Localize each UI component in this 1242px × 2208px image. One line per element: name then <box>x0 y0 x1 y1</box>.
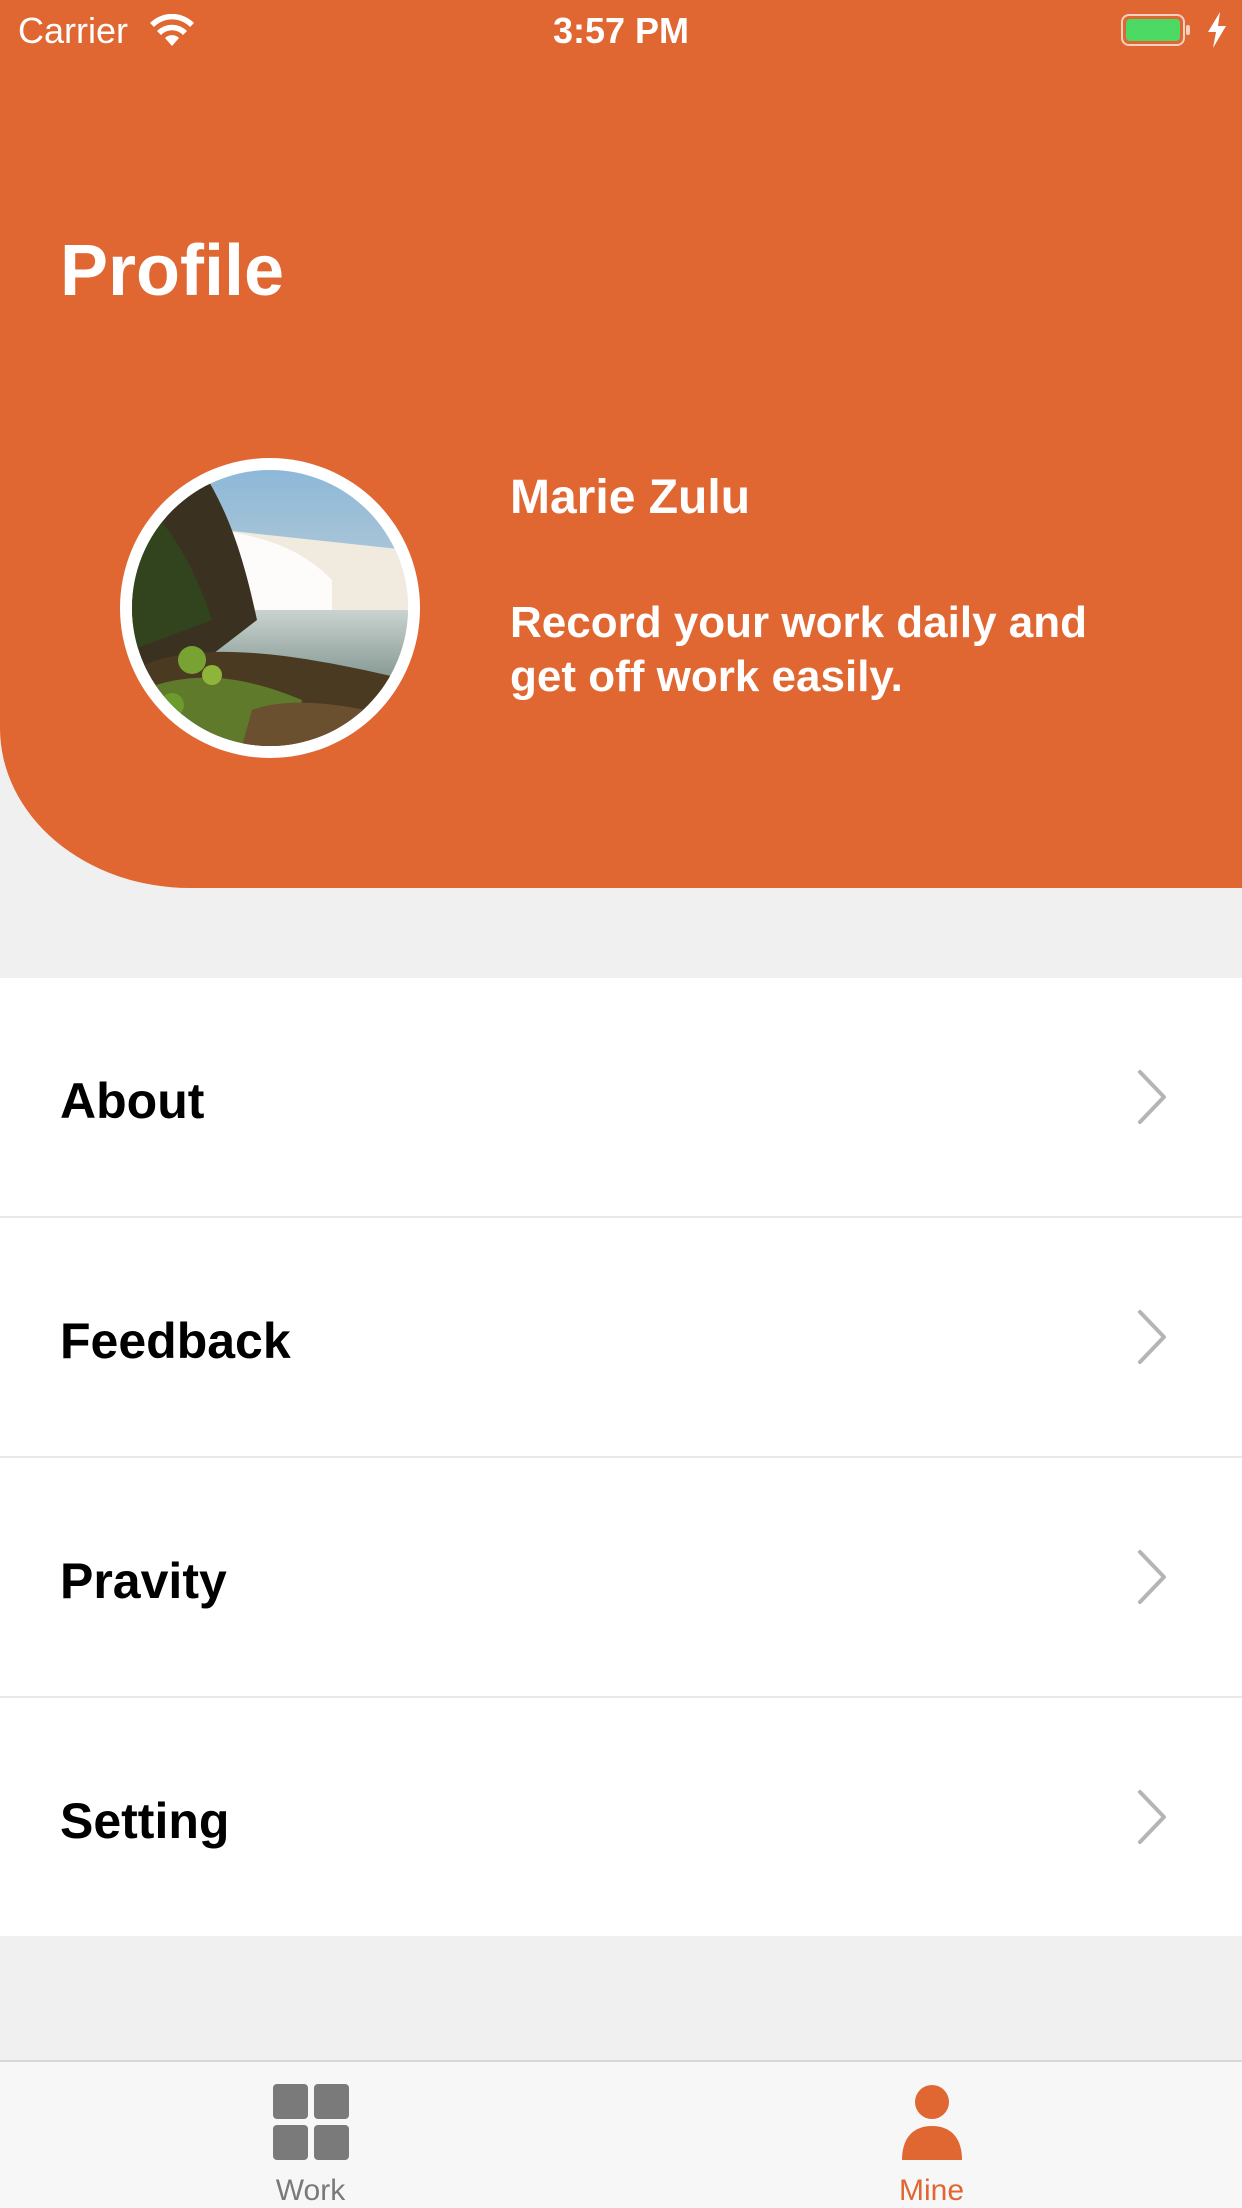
profile-header: Carrier 3:57 PM Profile Marie Zulu Recor… <box>0 0 1242 888</box>
menu-item-label: About <box>60 1073 205 1129</box>
tab-label: Mine <box>898 2174 965 2207</box>
tab-bar: Work Mine <box>0 2060 1242 2208</box>
waterfall-photo <box>132 470 408 746</box>
settings-menu: About Feedback Pravity Setting <box>0 978 1242 1936</box>
profile-screen: Carrier 3:57 PM Profile Marie Zulu Recor… <box>0 0 1242 2208</box>
profile-name: Marie Zulu <box>510 471 751 524</box>
tab-mine[interactable]: Mine <box>621 2062 1242 2208</box>
menu-item-privacy[interactable]: Pravity <box>0 1458 1242 1698</box>
menu-item-label: Feedback <box>60 1313 291 1369</box>
menu-item-feedback[interactable]: Feedback <box>0 1218 1242 1458</box>
tab-work[interactable]: Work <box>0 2062 621 2208</box>
chevron-right-icon <box>1138 1790 1166 1844</box>
battery-icon <box>1121 14 1190 46</box>
person-icon <box>901 2085 962 2160</box>
grid-icon <box>272 2084 349 2160</box>
menu-item-label: Setting <box>60 1793 230 1849</box>
menu-item-label: Pravity <box>60 1553 227 1609</box>
chevron-right-icon <box>1138 1070 1166 1124</box>
page-title: Profile <box>60 231 285 311</box>
status-time: 3:57 PM <box>552 10 690 51</box>
chevron-right-icon <box>1138 1310 1166 1364</box>
charging-icon <box>1208 12 1226 48</box>
chevron-right-icon <box>1138 1550 1166 1604</box>
tab-label: Work <box>275 2174 346 2207</box>
menu-item-about[interactable]: About <box>0 978 1242 1218</box>
status-bar: Carrier 3:57 PM <box>0 0 1242 62</box>
menu-item-setting[interactable]: Setting <box>0 1698 1242 1936</box>
avatar[interactable] <box>120 458 420 758</box>
profile-motto: Record your work daily and get off work … <box>510 598 1088 701</box>
